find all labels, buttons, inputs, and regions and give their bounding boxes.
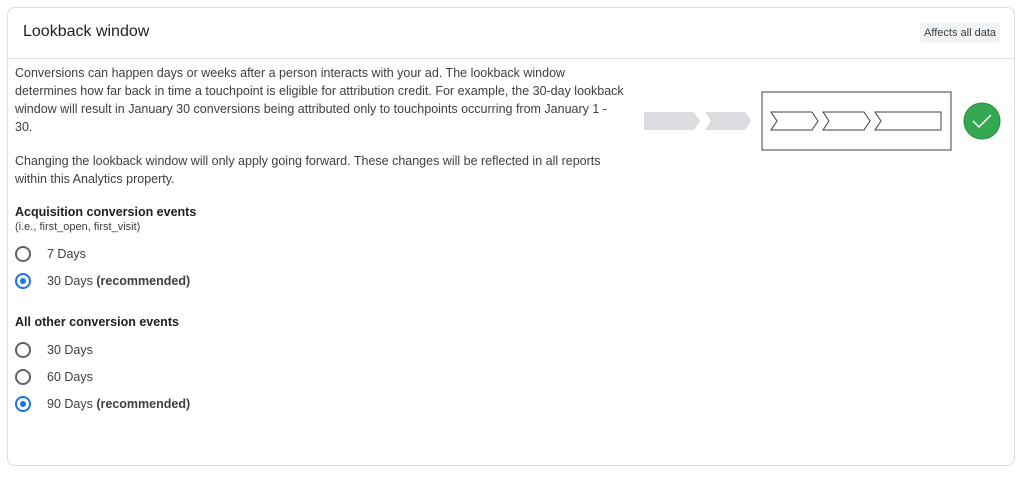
lookback-illustration bbox=[644, 91, 1001, 151]
radio-button-selected[interactable] bbox=[15, 395, 31, 412]
radio-button[interactable] bbox=[15, 368, 31, 385]
faded-chevrons bbox=[644, 112, 751, 130]
radio-option-other-30-days[interactable]: 30 Days bbox=[15, 336, 625, 363]
radio-button-selected[interactable] bbox=[15, 272, 31, 289]
radio-button[interactable] bbox=[15, 341, 31, 358]
window-chevrons bbox=[770, 111, 942, 131]
other-events-group: All other conversion events 30 Days 60 D… bbox=[15, 314, 625, 417]
recommended-text: (recommended) bbox=[96, 396, 191, 411]
radio-label: 30 Days bbox=[47, 343, 93, 357]
card-title: Lookback window bbox=[23, 23, 150, 40]
radio-option-other-60-days[interactable]: 60 Days bbox=[15, 363, 625, 390]
outline-chevron-icon bbox=[822, 111, 871, 131]
success-check-icon bbox=[963, 102, 1001, 140]
radio-label: 90 Days (recommended) bbox=[47, 397, 190, 411]
radio-button[interactable] bbox=[15, 245, 31, 262]
option-text: 30 Days bbox=[47, 342, 93, 357]
gray-chevron-icon bbox=[644, 112, 700, 130]
option-text: 90 Days bbox=[47, 396, 93, 411]
acquisition-title: Acquisition conversion events bbox=[15, 205, 197, 219]
description-paragraph-2: Changing the lookback window will only a… bbox=[15, 154, 601, 186]
acquisition-group: Acquisition conversion events (i.e., fir… bbox=[15, 204, 625, 294]
card-header: Lookback window Affects all data bbox=[8, 8, 1014, 59]
radio-option-acq-30-days[interactable]: 30 Days (recommended) bbox=[15, 267, 625, 294]
outline-chevron-icon bbox=[874, 111, 942, 131]
radio-option-other-90-days[interactable]: 90 Days (recommended) bbox=[15, 390, 625, 417]
card-content: Conversions can happen days or weeks aft… bbox=[15, 64, 625, 417]
outline-chevron-icon bbox=[770, 111, 819, 131]
description-paragraph-1: Conversions can happen days or weeks aft… bbox=[15, 66, 624, 134]
radio-option-acq-7-days[interactable]: 7 Days bbox=[15, 240, 625, 267]
gray-chevron-icon bbox=[705, 112, 751, 130]
radio-label: 7 Days bbox=[47, 247, 86, 261]
other-events-title: All other conversion events bbox=[15, 315, 179, 329]
option-text: 60 Days bbox=[47, 369, 93, 384]
recommended-text: (recommended) bbox=[96, 273, 191, 288]
affects-all-data-badge: Affects all data bbox=[920, 23, 1000, 43]
acquisition-subtitle: (i.e., first_open, first_visit) bbox=[15, 221, 141, 233]
option-text: 30 Days bbox=[47, 273, 93, 288]
option-text: 7 Days bbox=[47, 246, 86, 261]
radio-label: 60 Days bbox=[47, 370, 93, 384]
radio-label: 30 Days (recommended) bbox=[47, 274, 190, 288]
